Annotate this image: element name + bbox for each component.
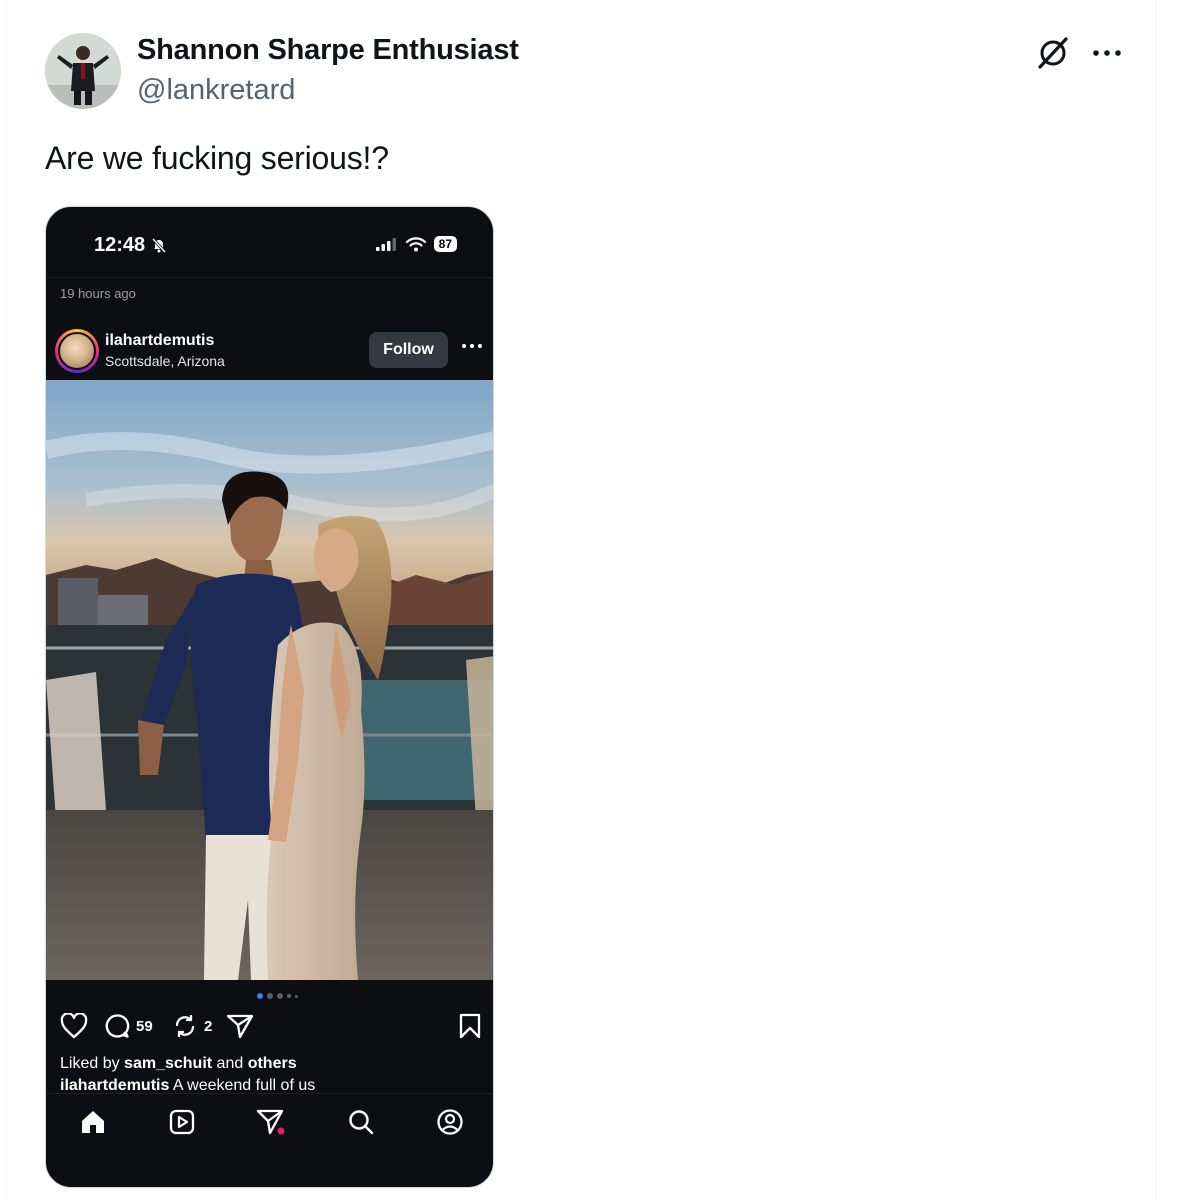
author-handle[interactable]: @lankretard	[137, 74, 295, 107]
status-indicators: 87	[375, 236, 457, 252]
carousel-dot	[287, 994, 291, 998]
tweet-text: Are we fucking serious!?	[45, 140, 389, 176]
nav-divider	[46, 1093, 493, 1094]
cellular-signal-icon	[375, 237, 398, 251]
carousel-dot	[295, 994, 298, 998]
carousel-indicator	[257, 993, 298, 999]
follow-button[interactable]: Follow	[369, 332, 448, 368]
tweet-card: Shannon Sharpe Enthusiast @lankretard Ar…	[6, 0, 1156, 1200]
carousel-dot	[277, 993, 283, 999]
messages-icon[interactable]	[256, 1107, 286, 1137]
phone-status-bar: 12:48 87	[46, 207, 493, 277]
caption-text: A weekend full of us	[169, 1077, 316, 1094]
wifi-icon	[405, 236, 426, 252]
bottom-nav	[46, 1097, 493, 1147]
home-icon[interactable]	[78, 1107, 108, 1137]
post-actions: 59 2	[58, 1013, 483, 1043]
post-time: 19 hours ago	[60, 286, 136, 301]
header-divider	[46, 277, 493, 278]
search-icon[interactable]	[346, 1107, 376, 1137]
comment-count: 59	[136, 1017, 153, 1035]
comment-button[interactable]: 59	[104, 1013, 153, 1039]
bookmark-icon[interactable]	[458, 1013, 482, 1039]
liked-by-text: Liked by sam_schuit and others	[60, 1055, 297, 1073]
share-icon[interactable]	[226, 1013, 254, 1039]
repost-icon	[172, 1013, 198, 1039]
status-time: 12:48	[94, 234, 167, 257]
repost-button[interactable]: 2	[172, 1013, 212, 1039]
carousel-dot-active	[257, 993, 263, 999]
liked-by-prefix: Liked by	[60, 1055, 125, 1072]
comment-icon	[104, 1013, 130, 1039]
post-photo[interactable]	[46, 380, 493, 980]
liked-by-middle: and	[212, 1055, 248, 1072]
repost-count: 2	[204, 1017, 213, 1035]
battery-level: 87	[433, 236, 457, 252]
like-icon[interactable]	[60, 1013, 88, 1039]
author-avatar[interactable]	[45, 33, 121, 109]
bell-slash-icon	[151, 237, 167, 253]
carousel-dot	[267, 993, 273, 999]
poster-avatar-image	[58, 332, 96, 370]
liked-by-others[interactable]: others	[248, 1055, 297, 1072]
profile-icon[interactable]	[435, 1107, 465, 1137]
post-more-icon[interactable]	[458, 339, 486, 359]
more-icon[interactable]	[1087, 33, 1127, 73]
poster-location[interactable]: Scottsdale, Arizona	[105, 353, 225, 369]
poster-avatar[interactable]	[55, 329, 99, 373]
poster-username[interactable]: ilahartdemutis	[105, 332, 214, 350]
caption-username[interactable]: ilahartdemutis	[60, 1077, 169, 1094]
reels-icon[interactable]	[167, 1107, 197, 1137]
attached-image[interactable]: 12:48 87 19 hours ago ilahartdemutis Sco…	[45, 206, 494, 1188]
grok-icon[interactable]	[1033, 33, 1073, 73]
status-time-text: 12:48	[94, 234, 146, 256]
liked-by-user[interactable]: sam_schuit	[124, 1055, 212, 1072]
author-name[interactable]: Shannon Sharpe Enthusiast	[137, 34, 519, 67]
